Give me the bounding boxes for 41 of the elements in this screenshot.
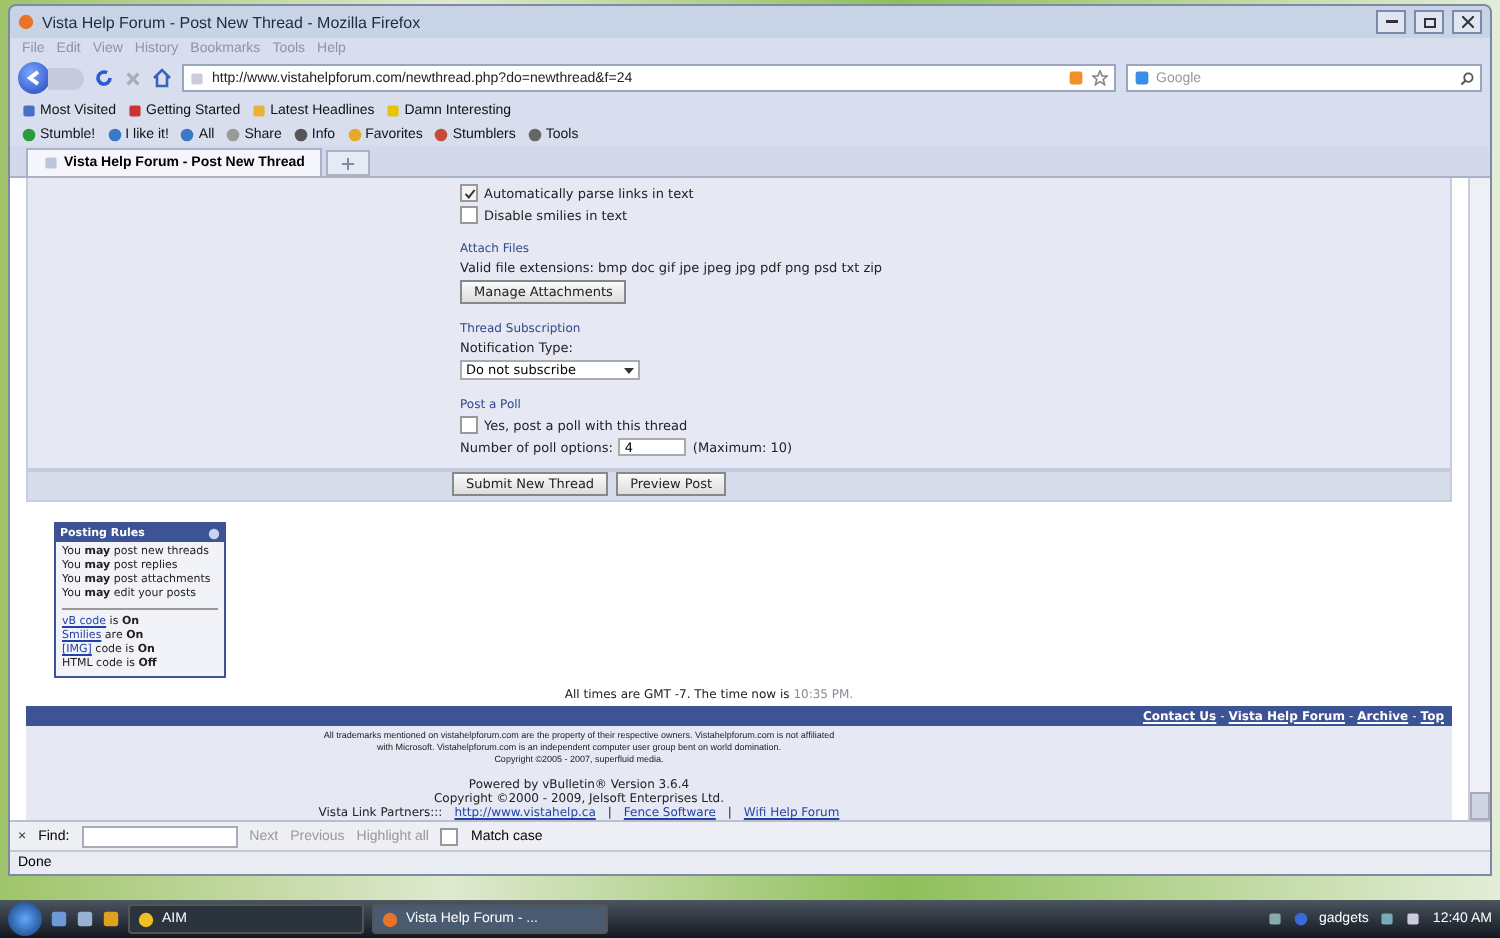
toolbar-icon xyxy=(22,127,36,141)
reload-icon[interactable] xyxy=(94,68,114,88)
search-icon[interactable] xyxy=(1460,71,1474,85)
checkbox[interactable] xyxy=(440,827,459,845)
tray-icon xyxy=(1267,912,1281,926)
app-icon xyxy=(382,911,398,927)
bookmark-icon xyxy=(252,103,267,117)
app-icon xyxy=(138,911,154,927)
toolbar-icon xyxy=(226,127,241,141)
window-title: Vista Help Forum - Post New Thread - Mozilla Firefox xyxy=(42,13,423,31)
find-field[interactable] xyxy=(81,825,238,847)
page-icon xyxy=(44,156,58,170)
home-icon[interactable] xyxy=(152,68,172,88)
checkbox[interactable] xyxy=(460,206,478,224)
maximize-button[interactable] xyxy=(1414,10,1444,34)
check-mark-icon xyxy=(463,187,475,199)
plus-icon xyxy=(342,157,355,169)
back-button[interactable] xyxy=(18,62,50,94)
toolbar-icon xyxy=(527,127,542,141)
minimize-icon xyxy=(1385,20,1397,24)
bookmark-icon xyxy=(386,103,401,117)
bookmark-icon xyxy=(128,103,142,117)
close-icon xyxy=(1461,16,1473,28)
minimize-button[interactable] xyxy=(1376,10,1406,34)
toolbar-icon xyxy=(293,127,308,141)
collapse-icon[interactable] xyxy=(208,527,220,539)
toolbar-icon xyxy=(180,127,195,141)
toolbar-icon xyxy=(347,127,362,141)
page-icon xyxy=(190,71,204,85)
toolbar-icon xyxy=(434,127,449,141)
scrollbar[interactable] xyxy=(1468,178,1490,820)
checkbox[interactable] xyxy=(460,184,478,202)
toolbar-icon xyxy=(107,127,122,141)
star-icon[interactable] xyxy=(1092,70,1108,86)
bookmark-icon xyxy=(22,103,36,117)
close-button[interactable] xyxy=(1452,10,1482,34)
checkbox[interactable] xyxy=(460,416,478,434)
new-tab-button[interactable] xyxy=(326,150,371,176)
dropdown-arrow-icon xyxy=(624,367,634,373)
maximize-icon xyxy=(1423,17,1435,27)
start-button[interactable] xyxy=(8,902,42,936)
